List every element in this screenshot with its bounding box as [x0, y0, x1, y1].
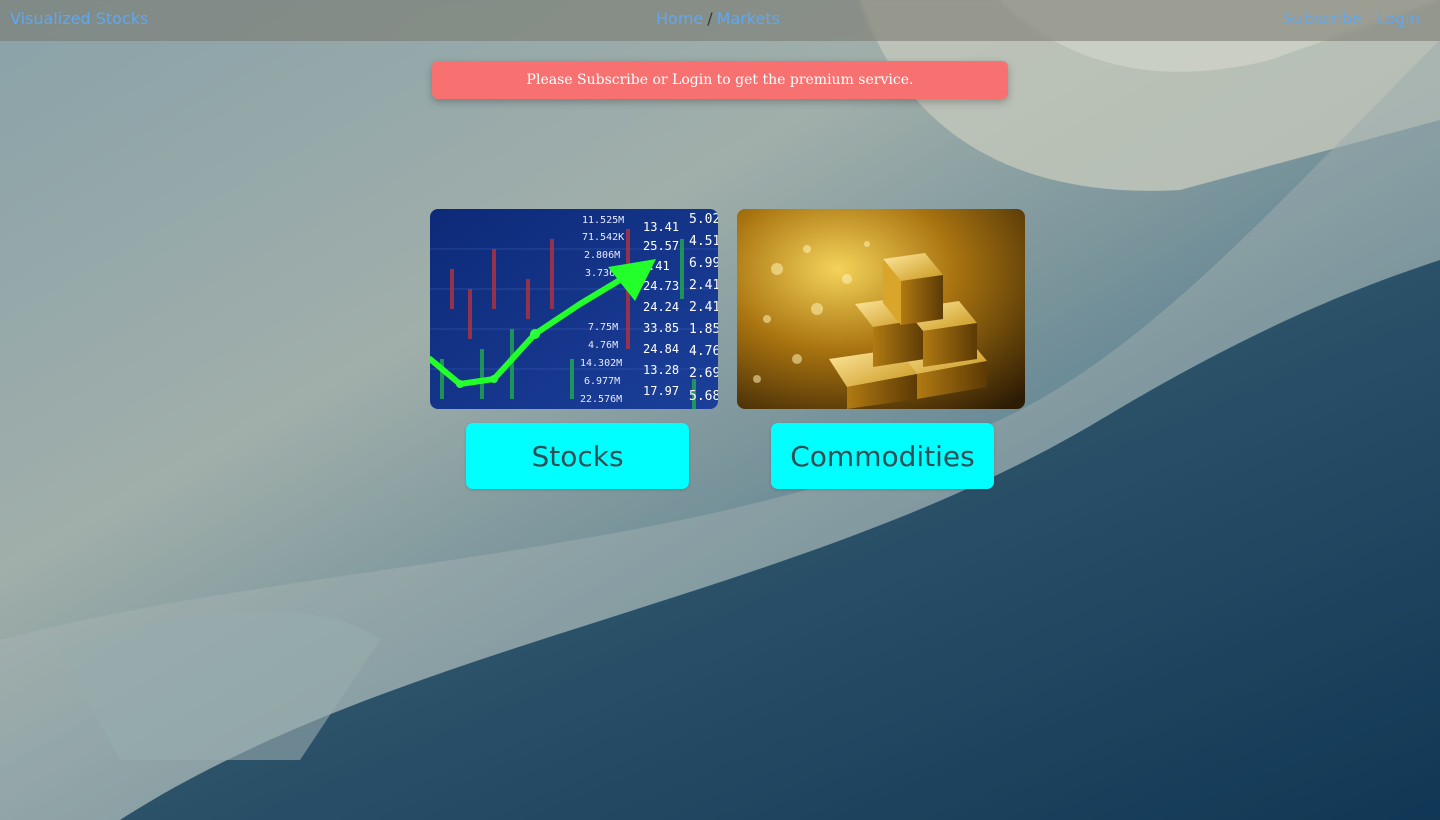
alert-message: Please Subscribe or Login to get the pre…: [526, 72, 914, 88]
price-value: 25.57: [643, 239, 679, 253]
price-value: 33.85: [643, 321, 679, 335]
commodities-button[interactable]: Commodities: [771, 423, 994, 489]
price-value: 13.41: [643, 220, 679, 234]
stocks-button[interactable]: Stocks: [466, 423, 689, 489]
commodities-image[interactable]: [737, 209, 1025, 409]
brand-link[interactable]: Visualized Stocks: [10, 9, 148, 28]
price-value: 24.24: [643, 300, 679, 314]
right-value: 5.02: [689, 212, 718, 227]
ticker-value: 11.525M: [582, 215, 624, 226]
price-value: 24.73: [643, 279, 679, 293]
ticker-value: 6.977M: [584, 376, 620, 387]
right-value: 2.69: [689, 366, 718, 381]
ticker-value: 22.576M: [580, 394, 622, 405]
right-value: 2.41: [689, 300, 718, 315]
ticker-value: 71.542K: [582, 232, 624, 243]
subscribe-link[interactable]: Subscribe: [1283, 9, 1362, 28]
breadcrumb-markets-link[interactable]: Markets: [717, 9, 780, 28]
right-value: 4.76: [689, 344, 718, 359]
right-value: 6.99: [689, 256, 718, 271]
price-value: 24.84: [643, 342, 679, 356]
background-image: [0, 0, 1440, 820]
ticker-value: 2.806M: [584, 250, 620, 261]
ticker-value: 7.75M: [588, 322, 618, 333]
right-value: 4.51: [689, 234, 718, 249]
top-navbar: Visualized Stocks Home / Markets Subscribe…: [0, 0, 1440, 41]
premium-alert: Please Subscribe or Login to get the pre…: [432, 61, 1008, 99]
price-value: 13.28: [643, 363, 679, 377]
login-link[interactable]: Login: [1377, 9, 1420, 28]
ticker-value: 14.302M: [580, 358, 622, 369]
auth-links: Subscribe Login: [1283, 9, 1420, 28]
breadcrumb-separator: /: [707, 9, 713, 28]
right-value: 2.41: [689, 278, 718, 293]
right-value: 1.85: [689, 322, 718, 337]
right-value: 5.68: [689, 389, 718, 404]
price-value: 17.97: [643, 384, 679, 398]
ticker-value: 4.76M: [588, 340, 618, 351]
breadcrumb-home-link[interactable]: Home: [656, 9, 703, 28]
breadcrumb: Home / Markets: [656, 9, 780, 28]
stocks-image[interactable]: 11.525M 71.542K 2.806M 3.736M 7.75M 4.76…: [430, 209, 718, 409]
